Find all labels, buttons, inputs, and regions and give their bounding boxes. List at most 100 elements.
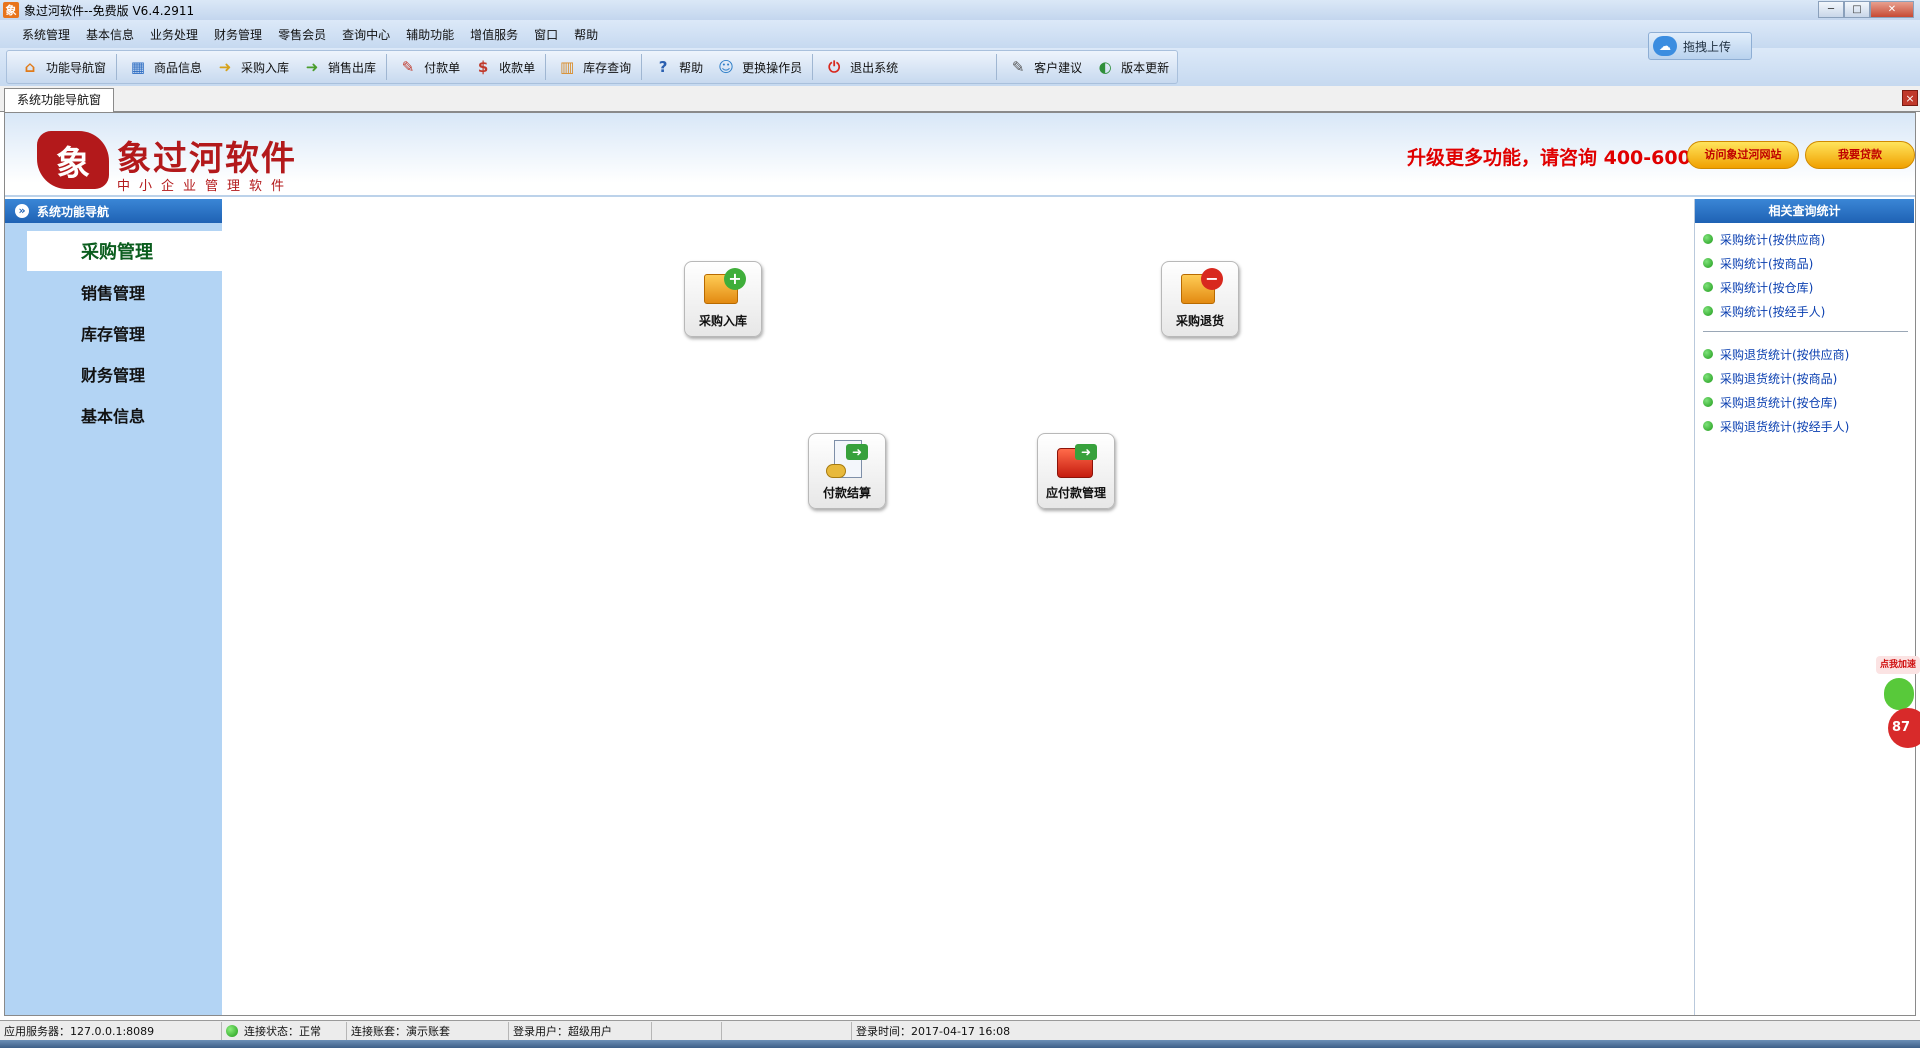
nav-item-sales[interactable]: 销售管理 — [5, 271, 222, 312]
loan-button[interactable]: 我要贷款 — [1805, 141, 1915, 169]
stats-link[interactable]: 采购退货统计(按供应商) — [1703, 342, 1914, 366]
menu-finance[interactable]: 财务管理 — [206, 26, 270, 43]
stats-link-label: 采购统计(按仓库) — [1720, 280, 1814, 295]
nav-item-basic-info[interactable]: 基本信息 — [5, 394, 222, 435]
tab-close-icon[interactable]: × — [1902, 90, 1918, 106]
visit-website-button[interactable]: 访问象过河网站 — [1687, 141, 1799, 169]
toolbar-separator — [641, 54, 643, 80]
toolbar-switch-user-button[interactable]: ☺ 更换操作员 — [709, 53, 808, 81]
left-nav-header: » 系统功能导航 — [5, 199, 222, 223]
toolbar-label: 退出系统 — [850, 60, 899, 75]
menu-bar: 系统管理 基本信息 业务处理 财务管理 零售会员 查询中心 辅助功能 增值服务 … — [0, 20, 1920, 48]
menu-window[interactable]: 窗口 — [526, 26, 566, 43]
toolbar-nav-window-button[interactable]: ⌂ 功能导航窗 — [13, 53, 112, 81]
stats-link[interactable]: 采购统计(按供应商) — [1703, 227, 1914, 251]
menu-system[interactable]: 系统管理 — [14, 26, 78, 43]
toolbar-label: 客户建议 — [1034, 60, 1083, 75]
app-window: 象 象过河软件--免费版 V6.4.2911 ─ □ ✕ 系统管理 基本信息 业… — [0, 0, 1920, 1048]
function-label: 采购入库 — [698, 314, 747, 328]
plus-badge-icon: + — [724, 268, 746, 290]
status-bar: 应用服务器：127.0.0.1:8089 连接状态：正常 连接账套：演示账套 登… — [0, 1020, 1920, 1040]
speedup-mascot-icon — [1884, 678, 1914, 710]
green-dot-icon — [1703, 258, 1713, 268]
arrow-right-icon: ➜ — [1075, 444, 1097, 460]
maximize-button[interactable]: □ — [1844, 1, 1870, 18]
related-stats-header: 相关查询统计 — [1695, 199, 1914, 223]
nav-item-purchase[interactable]: 采购管理 — [27, 231, 222, 271]
stats-link[interactable]: 采购统计(按商品) — [1703, 251, 1914, 275]
switch-user-icon: ☺ — [718, 58, 734, 76]
speedup-count-badge: 87 — [1888, 708, 1920, 748]
logo-title: 象过河软件 — [117, 139, 297, 179]
toolbar-inventory-button[interactable]: ▥ 库存查询 — [550, 53, 637, 81]
stats-link-label: 采购退货统计(按仓库) — [1720, 395, 1838, 410]
drag-upload-button[interactable]: ☁ 拖拽上传 — [1648, 32, 1752, 60]
menu-auxiliary[interactable]: 辅助功能 — [398, 26, 462, 43]
stats-link[interactable]: 采购统计(按仓库) — [1703, 275, 1914, 299]
toolbar-label: 商品信息 — [154, 60, 203, 75]
toolbar-feedback-button[interactable]: ✎ 客户建议 — [1001, 53, 1088, 81]
connected-dot-icon — [226, 1024, 238, 1037]
menu-basic-info[interactable]: 基本信息 — [78, 26, 142, 43]
cloud-icon: ☁ — [1653, 36, 1677, 56]
toolbar-separator — [116, 54, 118, 80]
app-logo-icon: 象 — [3, 2, 19, 18]
coins-shape — [826, 464, 846, 478]
home-icon: ⌂ — [24, 58, 36, 76]
menu-retail-member[interactable]: 零售会员 — [270, 26, 334, 43]
toolbar: ⌂ 功能导航窗 ▦ 商品信息 ➜ 采购入库 ➜ 销售出库 ✎ 付款单 $ 收款单 ▥ 库存查询… — [6, 50, 1178, 84]
window-controls: ─ □ ✕ — [1818, 1, 1914, 18]
close-button[interactable]: ✕ — [1870, 1, 1914, 18]
related-stats-panel: 相关查询统计 采购统计(按供应商) 采购统计(按商品) 采购统计(按仓库) 采购… — [1694, 199, 1914, 1015]
menu-query-center[interactable]: 查询中心 — [334, 26, 398, 43]
toolbar-receipt-button[interactable]: $ 收款单 — [466, 53, 541, 81]
menu-help[interactable]: 帮助 — [566, 26, 606, 43]
menu-business[interactable]: 业务处理 — [142, 26, 206, 43]
toolbar-payment-button[interactable]: ✎ 付款单 — [391, 53, 466, 81]
stats-link[interactable]: 采购退货统计(按经手人) — [1703, 414, 1914, 438]
toolbar-label: 采购入库 — [241, 60, 290, 75]
payables-button[interactable]: ➜ 应付款管理 — [1037, 433, 1115, 509]
purchase-return-button[interactable]: − 采购退货 — [1161, 261, 1239, 337]
toolbar-help-button[interactable]: ? 帮助 — [646, 53, 709, 81]
toolbar-label: 帮助 — [679, 60, 704, 75]
stats-link-label: 采购退货统计(按供应商) — [1720, 347, 1850, 362]
purchase-in-icon: + — [700, 266, 746, 310]
payment-settle-button[interactable]: ➜ 付款结算 — [808, 433, 886, 509]
green-dot-icon — [1703, 373, 1713, 383]
toolbar-purchase-in-button[interactable]: ➜ 采购入库 — [208, 53, 295, 81]
toolbar-sales-out-button[interactable]: ➜ 销售出库 — [295, 53, 382, 81]
speedup-tag: 点我加速 — [1876, 656, 1920, 674]
toolbar-goods-info-button[interactable]: ▦ 商品信息 — [121, 53, 208, 81]
toolbar-separator — [996, 54, 998, 80]
tab-function-navigator[interactable]: 系统功能导航窗 — [4, 88, 114, 112]
left-nav-title: 系统功能导航 — [37, 204, 110, 219]
function-label: 付款结算 — [822, 486, 871, 500]
payment-icon: ✎ — [401, 58, 415, 76]
speedup-widget[interactable]: 点我加速 87 — [1876, 656, 1920, 748]
green-dot-icon — [1703, 349, 1713, 359]
minimize-button[interactable]: ─ — [1818, 1, 1844, 18]
green-dot-icon — [1703, 282, 1713, 292]
nav-item-inventory[interactable]: 库存管理 — [5, 312, 222, 353]
toolbar-update-button[interactable]: ◐ 版本更新 — [1088, 53, 1175, 81]
menu-value-added[interactable]: 增值服务 — [462, 26, 526, 43]
banner: 象 象过河软件 中小企业管理软件 升级更多功能，请咨询 400-600-1168… — [5, 113, 1915, 197]
status-user: 登录用户：超级用户 — [509, 1021, 652, 1040]
toolbar-exit-button[interactable]: ⏻ 退出系统 — [817, 53, 904, 81]
nav-item-finance[interactable]: 财务管理 — [5, 353, 222, 394]
toolbar-area: ⌂ 功能导航窗 ▦ 商品信息 ➜ 采购入库 ➜ 销售出库 ✎ 付款单 $ 收款单 ▥ 库存查询… — [0, 48, 1920, 86]
stats-link[interactable]: 采购统计(按经手人) — [1703, 299, 1914, 323]
update-icon: ◐ — [1098, 58, 1112, 76]
arrow-right-icon: ➜ — [846, 444, 868, 460]
double-chevron-icon: » — [15, 204, 29, 218]
green-dot-icon — [1703, 397, 1713, 407]
stats-link[interactable]: 采购退货统计(按商品) — [1703, 366, 1914, 390]
stats-link-label: 采购统计(按经手人) — [1720, 304, 1826, 319]
stats-link[interactable]: 采购退货统计(按仓库) — [1703, 390, 1914, 414]
divider — [1703, 331, 1908, 332]
title-bar: 象 象过河软件--免费版 V6.4.2911 ─ □ ✕ — [0, 0, 1920, 20]
folder-out-icon: ➜ — [305, 58, 319, 76]
purchase-in-button[interactable]: + 采购入库 — [684, 261, 762, 337]
upload-label: 拖拽上传 — [1683, 39, 1732, 54]
